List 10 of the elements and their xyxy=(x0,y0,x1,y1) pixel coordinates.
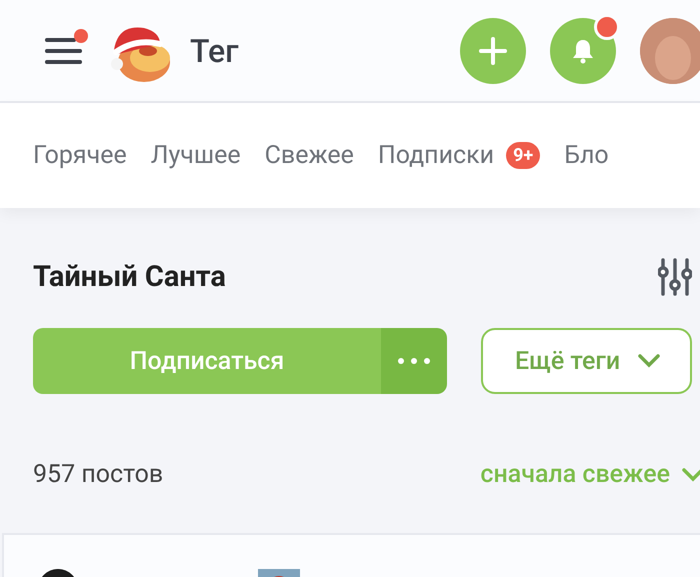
nav-tab[interactable]: Горячее xyxy=(33,141,127,170)
tag-title: Тайный Санта xyxy=(33,260,226,294)
nav-tab[interactable]: Бло xyxy=(564,141,609,170)
post-count: 957 постов xyxy=(33,460,164,489)
page-title: Тег xyxy=(190,32,239,70)
nav-tab[interactable]: Лучшее xyxy=(150,141,241,170)
count-badge: 9+ xyxy=(506,142,540,169)
nav-tab[interactable]: Подписки 9+ xyxy=(378,141,540,170)
nav-tab[interactable]: Свежее xyxy=(264,141,354,170)
more-tags-button[interactable]: Ещё теги xyxy=(481,328,692,394)
